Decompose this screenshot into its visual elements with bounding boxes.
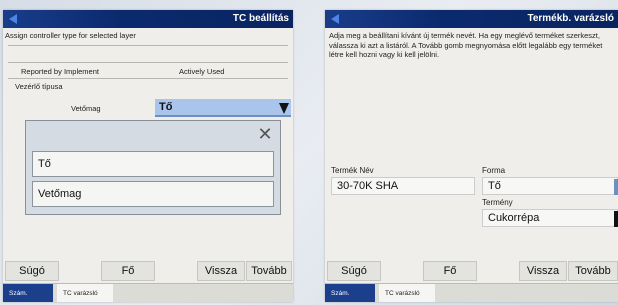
close-icon[interactable]: ✕ xyxy=(256,125,274,143)
help-button[interactable]: Súgó xyxy=(327,261,381,281)
divider xyxy=(8,62,288,63)
forma-label: Forma xyxy=(482,166,506,175)
product-name-input[interactable]: 30-70K SHA xyxy=(331,177,475,195)
controller-type-select[interactable]: Tő xyxy=(155,99,291,117)
column-header-actively-used: Actively Used xyxy=(179,67,225,76)
tab-bar: Szám. TC varázsló xyxy=(325,283,618,302)
title-bar: TC beállítás xyxy=(3,10,293,28)
back-arrow-icon[interactable] xyxy=(331,14,339,24)
termeny-dropdown-edge xyxy=(614,211,618,227)
select-value: Tő xyxy=(159,101,173,113)
page-title: TC beállítás xyxy=(232,13,289,24)
controller-type-label: Vezérlő típusa xyxy=(15,82,63,91)
popup-option-to[interactable]: Tő xyxy=(32,151,274,177)
column-header-reported: Reported by Implement xyxy=(21,67,99,76)
termeny-select[interactable]: Cukorrépa xyxy=(482,209,618,227)
forma-select[interactable]: Tő xyxy=(482,177,618,195)
product-wizard-panel: Termékb. varázsló Adja meg a beállítani … xyxy=(325,10,618,302)
button-bar: Súgó Fő Vissza Tovább xyxy=(325,261,618,283)
divider xyxy=(8,78,288,79)
popup-option-vetomag[interactable]: Vetőmag xyxy=(32,181,274,207)
back-button[interactable]: Vissza xyxy=(519,261,567,281)
forma-dropdown-edge xyxy=(614,179,618,195)
divider xyxy=(8,45,288,46)
tab-szam[interactable]: Szám. xyxy=(325,284,375,302)
main-button[interactable]: Fő xyxy=(101,261,155,281)
help-button[interactable]: Súgó xyxy=(5,261,59,281)
forma-value: Tő xyxy=(488,180,501,192)
back-button[interactable]: Vissza xyxy=(197,261,245,281)
main-button[interactable]: Fő xyxy=(423,261,477,281)
back-arrow-icon[interactable] xyxy=(9,14,17,24)
tc-settings-panel: TC beállítás Assign controller type for … xyxy=(3,10,293,302)
termeny-value: Cukorrépa xyxy=(488,212,540,224)
seed-row-label: Vetőmag xyxy=(71,104,101,113)
termeny-label: Termény xyxy=(482,198,513,207)
product-name-label: Termék Név xyxy=(331,166,374,175)
button-bar: Súgó Fő Vissza Tovább xyxy=(3,261,293,283)
wizard-description: Adja meg a beállítani kívánt új termék n… xyxy=(329,31,603,59)
tab-tc-wizard[interactable]: TC varázsló xyxy=(379,284,435,302)
tab-tc-wizard[interactable]: TC varázsló xyxy=(57,284,113,302)
dropdown-arrow-icon[interactable] xyxy=(279,103,289,114)
assign-instruction: Assign controller type for selected laye… xyxy=(5,31,136,40)
select-popup: ✕ Tő Vetőmag xyxy=(25,120,281,215)
page-title: Termékb. varázsló xyxy=(527,13,614,24)
tab-bar: Szám. TC varázsló xyxy=(3,283,293,302)
title-bar: Termékb. varázsló xyxy=(325,10,618,28)
tab-szam[interactable]: Szám. xyxy=(3,284,53,302)
next-button[interactable]: Tovább xyxy=(246,261,292,281)
next-button[interactable]: Tovább xyxy=(568,261,618,281)
